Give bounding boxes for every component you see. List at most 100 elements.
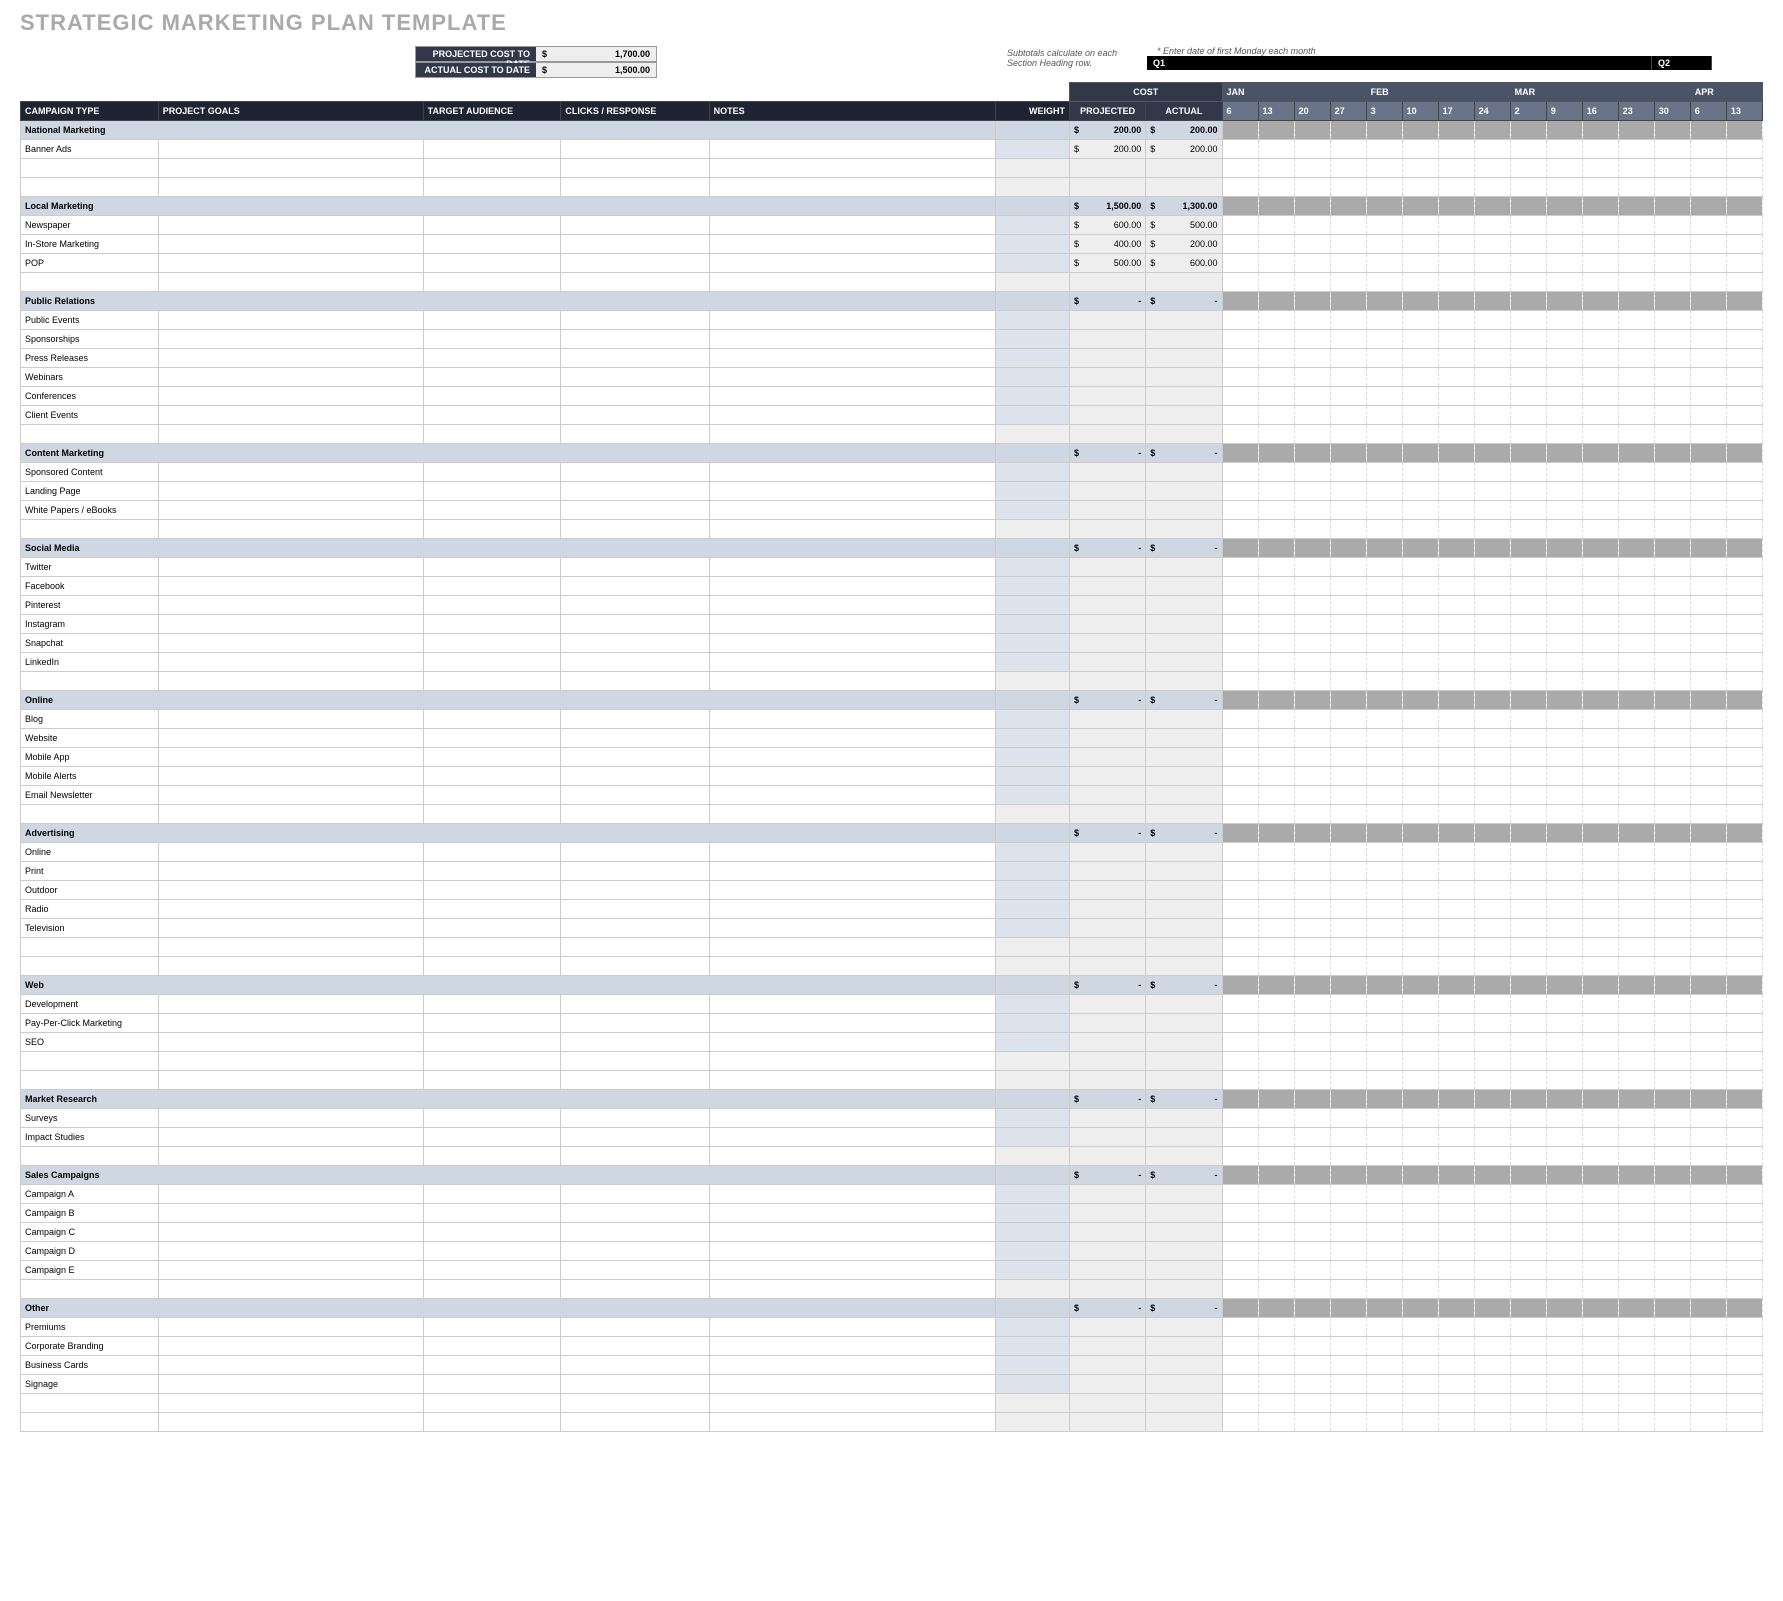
- gantt-cell[interactable]: [1366, 1280, 1402, 1299]
- clicks-cell[interactable]: [561, 140, 709, 159]
- gantt-cell[interactable]: [1222, 824, 1258, 843]
- gantt-cell[interactable]: [1474, 197, 1510, 216]
- audience-cell[interactable]: [423, 1261, 561, 1280]
- notes-cell[interactable]: [709, 843, 995, 862]
- gantt-cell[interactable]: [1690, 406, 1726, 425]
- goals-cell[interactable]: [158, 615, 423, 634]
- gantt-cell[interactable]: [1618, 273, 1654, 292]
- gantt-cell[interactable]: [1654, 539, 1690, 558]
- gantt-cell[interactable]: [1654, 292, 1690, 311]
- gantt-cell[interactable]: [1294, 1394, 1330, 1413]
- gantt-cell[interactable]: [1366, 710, 1402, 729]
- projected-cell[interactable]: [1069, 520, 1145, 539]
- projected-cell[interactable]: [1069, 1413, 1145, 1432]
- gantt-cell[interactable]: [1474, 900, 1510, 919]
- cell[interactable]: [561, 1394, 709, 1413]
- projected-cell[interactable]: [1069, 1109, 1145, 1128]
- gantt-cell[interactable]: [1510, 406, 1546, 425]
- data-row[interactable]: Print: [21, 862, 1763, 881]
- clicks-cell[interactable]: [561, 1185, 709, 1204]
- audience-cell[interactable]: [423, 1014, 561, 1033]
- blank-row[interactable]: [21, 273, 1763, 292]
- gantt-cell[interactable]: [1258, 995, 1294, 1014]
- projected-cell[interactable]: [1069, 330, 1145, 349]
- audience-cell[interactable]: [423, 748, 561, 767]
- gantt-cell[interactable]: [1546, 159, 1582, 178]
- gantt-cell[interactable]: [1510, 1147, 1546, 1166]
- audience-cell[interactable]: [423, 900, 561, 919]
- gantt-cell[interactable]: [1690, 1223, 1726, 1242]
- gantt-cell[interactable]: [1618, 1356, 1654, 1375]
- gantt-cell[interactable]: [1330, 1356, 1366, 1375]
- gantt-cell[interactable]: [1222, 1052, 1258, 1071]
- projected-cell[interactable]: [1069, 843, 1145, 862]
- gantt-cell[interactable]: [1654, 330, 1690, 349]
- campaign-name-cell[interactable]: Television: [21, 919, 159, 938]
- data-row[interactable]: Mobile App: [21, 748, 1763, 767]
- gantt-cell[interactable]: [1510, 1071, 1546, 1090]
- campaign-name-cell[interactable]: Pay-Per-Click Marketing: [21, 1014, 159, 1033]
- gantt-cell[interactable]: [1618, 425, 1654, 444]
- actual-cell[interactable]: [1146, 1128, 1222, 1147]
- gantt-cell[interactable]: [1690, 330, 1726, 349]
- clicks-cell[interactable]: [561, 729, 709, 748]
- gantt-cell[interactable]: [1474, 1223, 1510, 1242]
- gantt-cell[interactable]: [1510, 330, 1546, 349]
- notes-cell[interactable]: [709, 254, 995, 273]
- gantt-cell[interactable]: [1510, 729, 1546, 748]
- gantt-cell[interactable]: [1438, 577, 1474, 596]
- gantt-cell[interactable]: [1546, 235, 1582, 254]
- actual-cell[interactable]: [1146, 311, 1222, 330]
- data-row[interactable]: POP$500.00$600.00: [21, 254, 1763, 273]
- data-row[interactable]: Snapchat: [21, 634, 1763, 653]
- weight-cell[interactable]: [995, 672, 1069, 691]
- notes-cell[interactable]: [709, 1033, 995, 1052]
- audience-cell[interactable]: [423, 463, 561, 482]
- gantt-cell[interactable]: [1690, 1261, 1726, 1280]
- projected-cell[interactable]: [1069, 634, 1145, 653]
- gantt-cell[interactable]: [1222, 1375, 1258, 1394]
- gantt-cell[interactable]: [1474, 539, 1510, 558]
- gantt-cell[interactable]: [1726, 1394, 1762, 1413]
- cell[interactable]: [709, 159, 995, 178]
- gantt-cell[interactable]: [1474, 919, 1510, 938]
- goals-cell[interactable]: [158, 729, 423, 748]
- gantt-cell[interactable]: [1438, 292, 1474, 311]
- projected-cell[interactable]: [1069, 1242, 1145, 1261]
- projected-cell[interactable]: [1069, 1337, 1145, 1356]
- gantt-cell[interactable]: [1366, 615, 1402, 634]
- clicks-cell[interactable]: [561, 387, 709, 406]
- campaign-name-cell[interactable]: POP: [21, 254, 159, 273]
- gantt-cell[interactable]: [1294, 862, 1330, 881]
- gantt-cell[interactable]: [1294, 387, 1330, 406]
- gantt-cell[interactable]: [1258, 786, 1294, 805]
- gantt-cell[interactable]: [1330, 824, 1366, 843]
- gantt-cell[interactable]: [1582, 368, 1618, 387]
- audience-cell[interactable]: [423, 653, 561, 672]
- gantt-cell[interactable]: [1366, 995, 1402, 1014]
- section-header-row[interactable]: Advertising$-$-: [21, 824, 1763, 843]
- gantt-cell[interactable]: [1510, 216, 1546, 235]
- gantt-cell[interactable]: [1438, 178, 1474, 197]
- gantt-cell[interactable]: [1258, 843, 1294, 862]
- blank-row[interactable]: [21, 178, 1763, 197]
- gantt-cell[interactable]: [1258, 748, 1294, 767]
- gantt-cell[interactable]: [1402, 1242, 1438, 1261]
- gantt-cell[interactable]: [1258, 1128, 1294, 1147]
- campaign-name-cell[interactable]: Webinars: [21, 368, 159, 387]
- weight-cell[interactable]: [995, 1375, 1069, 1394]
- gantt-cell[interactable]: [1366, 729, 1402, 748]
- weight-cell[interactable]: [995, 691, 1069, 710]
- projected-cell[interactable]: [1069, 938, 1145, 957]
- gantt-cell[interactable]: [1654, 1204, 1690, 1223]
- gantt-cell[interactable]: [1582, 995, 1618, 1014]
- data-row[interactable]: Campaign D: [21, 1242, 1763, 1261]
- projected-cell[interactable]: [1069, 919, 1145, 938]
- weight-cell[interactable]: [995, 1337, 1069, 1356]
- gantt-cell[interactable]: [1582, 957, 1618, 976]
- clicks-cell[interactable]: [561, 311, 709, 330]
- gantt-cell[interactable]: [1258, 957, 1294, 976]
- gantt-cell[interactable]: [1366, 159, 1402, 178]
- gantt-cell[interactable]: [1402, 140, 1438, 159]
- gantt-cell[interactable]: [1726, 406, 1762, 425]
